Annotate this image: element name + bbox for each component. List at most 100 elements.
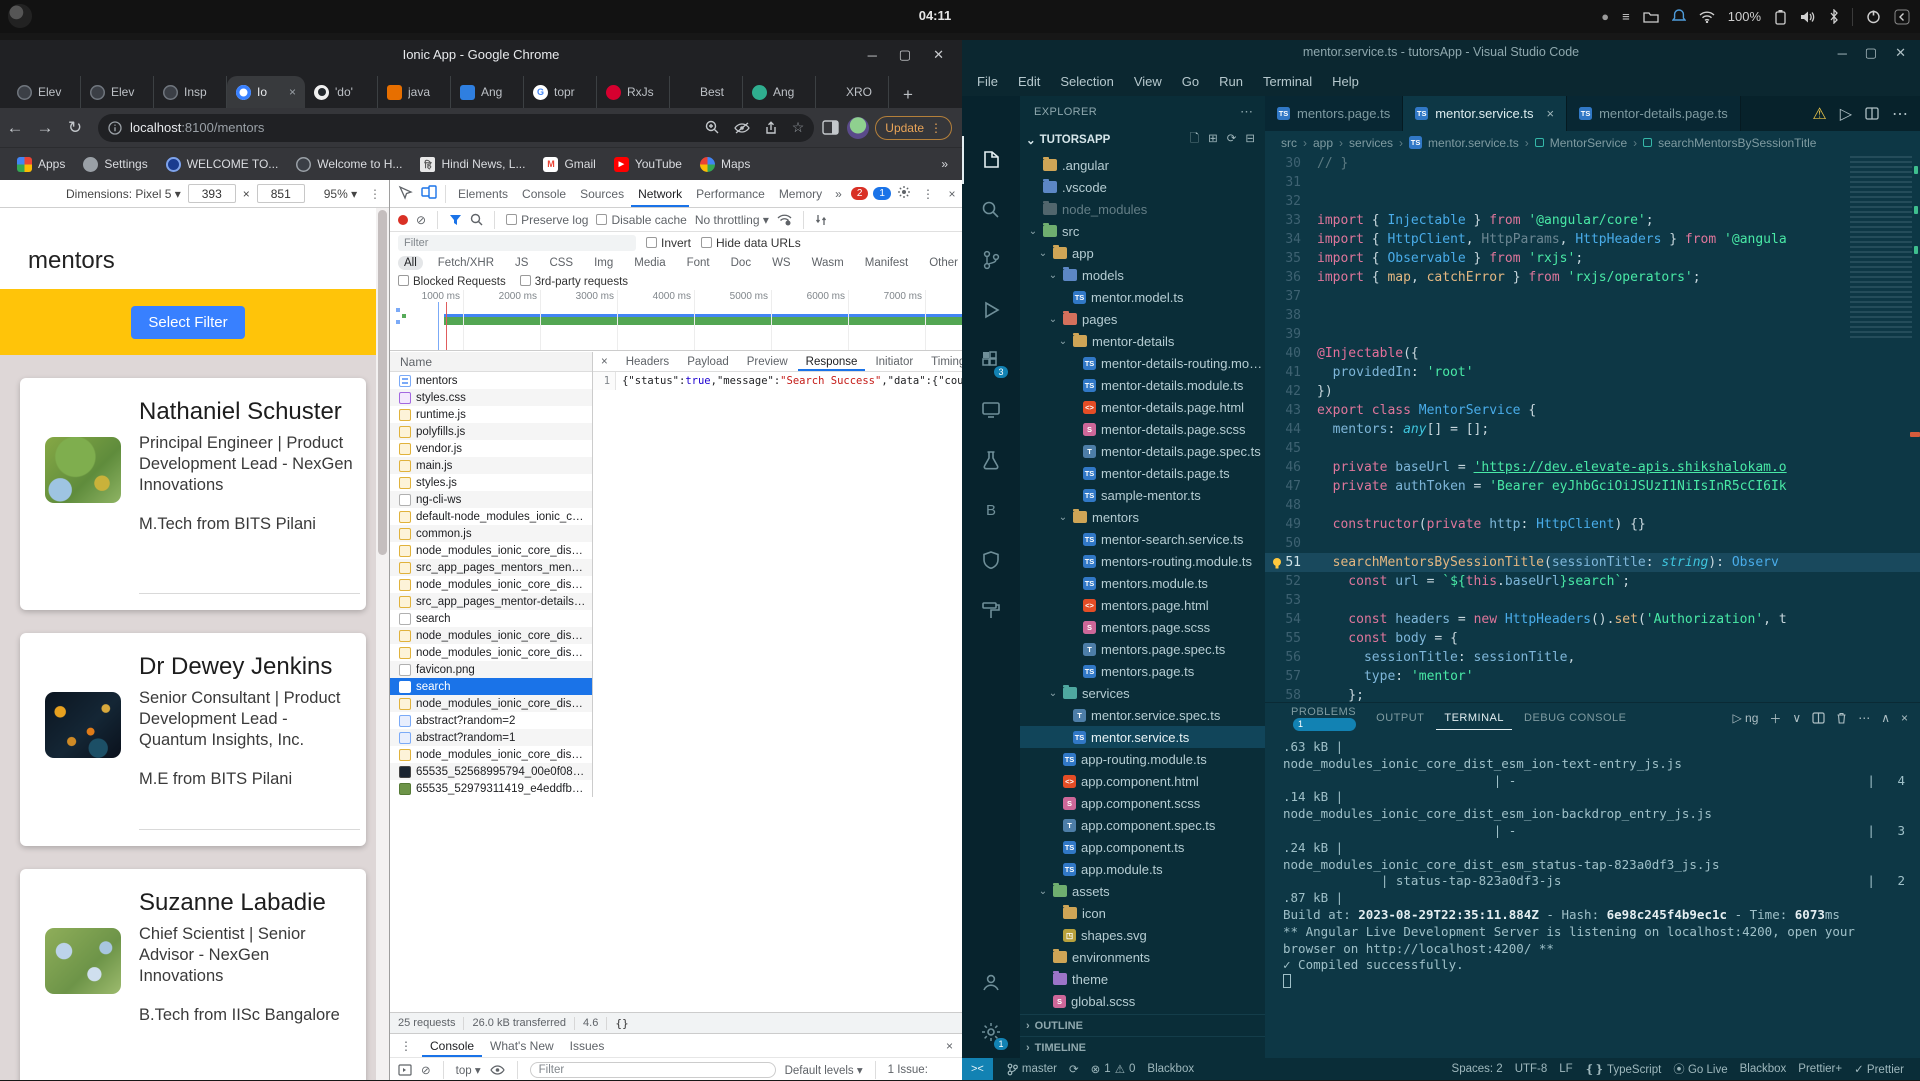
browser-tab-ang[interactable]: Ang bbox=[743, 76, 816, 108]
new-terminal-icon[interactable]: ＋ bbox=[1769, 710, 1781, 727]
blocked-requests-checkbox[interactable]: Blocked Requests bbox=[398, 274, 506, 288]
sync-icon[interactable]: ⟳ bbox=[1063, 1062, 1085, 1076]
tree-item-app[interactable]: ⌄ app bbox=[1020, 242, 1265, 264]
bookmark-youtube[interactable]: YouTube bbox=[607, 154, 689, 175]
browser-tab-insp[interactable]: Insp bbox=[154, 76, 227, 108]
terminal-output[interactable]: .63 kB | node_modules_ionic_core_dist_esm… bbox=[1283, 739, 1905, 1055]
request-row[interactable]: 65535_52568995794_00e0f08572_c_ bbox=[390, 763, 592, 780]
browser-tab-io[interactable]: Io × bbox=[227, 76, 305, 108]
tree-item-mentors-page-spec-ts[interactable]: Tmentors.page.spec.ts bbox=[1020, 638, 1265, 660]
status-typescript[interactable]: ❴❵ TypeScript bbox=[1579, 1062, 1668, 1076]
eye-icon[interactable] bbox=[489, 1064, 505, 1075]
bookmark-settings[interactable]: Settings bbox=[76, 154, 154, 175]
type-filter-css[interactable]: CSS bbox=[543, 256, 579, 270]
panel-more-icon[interactable]: ⋯ bbox=[1858, 711, 1870, 725]
request-row[interactable]: styles.css bbox=[390, 389, 592, 406]
problems-indicator[interactable]: ⊗ 1 ⚠ 0 bbox=[1085, 1062, 1142, 1076]
browser-tab-xro[interactable]: XRO bbox=[816, 76, 889, 108]
status-spaces--2[interactable]: Spaces: 2 bbox=[1446, 1063, 1509, 1075]
breadcrumb-item[interactable]: app bbox=[1313, 136, 1333, 150]
tree-item-mentor-search-service-ts[interactable]: TS mentor-search.service.ts bbox=[1020, 528, 1265, 550]
activity-shield-icon[interactable] bbox=[962, 536, 1020, 584]
tree-item-mentors-page-scss[interactable]: Smentors.page.scss bbox=[1020, 616, 1265, 638]
device-toggle-icon[interactable] bbox=[418, 185, 440, 202]
power-icon[interactable] bbox=[1866, 9, 1881, 24]
bookmark-star-icon[interactable]: ☆ bbox=[792, 119, 805, 136]
share-icon[interactable] bbox=[764, 120, 778, 135]
devtools-tab-elements[interactable]: Elements bbox=[451, 181, 515, 207]
browser-tab-do[interactable]: 'do' bbox=[305, 76, 378, 108]
tree-item-sample-mentor-ts[interactable]: TS sample-mentor.ts bbox=[1020, 484, 1265, 506]
vscode-title-bar[interactable]: mentor.service.ts - tutorsApp - Visual S… bbox=[962, 40, 1920, 66]
browser-tab-ang[interactable]: Ang bbox=[451, 76, 524, 108]
eye-blocked-icon[interactable] bbox=[734, 122, 750, 134]
devtools-tab-memory[interactable]: Memory bbox=[772, 181, 829, 207]
tree-item-mentor-service-ts[interactable]: TS mentor.service.ts bbox=[1020, 726, 1265, 748]
tree-item-mentor-details[interactable]: ⌄ mentor-details bbox=[1020, 330, 1265, 352]
terminal-select-chevron-icon[interactable]: ∨ bbox=[1792, 711, 1801, 725]
request-row[interactable]: abstract?random=1 bbox=[390, 729, 592, 746]
clock[interactable]: 04:11 bbox=[905, 8, 965, 23]
devtools-settings-icon[interactable] bbox=[893, 185, 915, 202]
request-row[interactable]: search bbox=[390, 678, 592, 695]
chrome-title-bar[interactable]: Ionic App - Google Chrome ─ ▢ ✕ bbox=[0, 40, 962, 70]
request-row[interactable]: abstract?random=2 bbox=[390, 712, 592, 729]
breadcrumb-item[interactable]: MentorService bbox=[1550, 136, 1627, 150]
devtools-more-tabs[interactable]: » bbox=[831, 187, 846, 201]
status-prettier[interactable]: ✓ Prettier bbox=[1848, 1062, 1910, 1076]
console-filter-input[interactable]: Filter bbox=[529, 1061, 776, 1078]
editor-tab-mentor-service-ts[interactable]: TS mentor.service.ts × bbox=[1403, 96, 1568, 131]
menu-icon[interactable]: ≡ bbox=[1622, 9, 1630, 24]
network-filter-input[interactable]: Filter bbox=[398, 235, 636, 251]
section-timeline[interactable]: › TIMELINE bbox=[1020, 1036, 1265, 1058]
mentor-card[interactable]: Nathaniel Schuster Principal Engineer | P… bbox=[20, 378, 366, 610]
devtools-tab-network[interactable]: Network bbox=[631, 181, 690, 207]
request-row[interactable]: common.js bbox=[390, 525, 592, 542]
filter-funnel-icon[interactable] bbox=[449, 214, 462, 226]
tree-item-theme[interactable]: theme bbox=[1020, 968, 1265, 990]
tree-item-mentors-routing-module-ts[interactable]: TS mentors-routing.module.ts bbox=[1020, 550, 1265, 572]
lightbulb-icon[interactable] bbox=[1271, 556, 1283, 569]
kill-terminal-icon[interactable] bbox=[1836, 712, 1847, 724]
close-panel-icon[interactable]: × bbox=[1901, 711, 1908, 725]
breadcrumb[interactable]: src › app › services › TS mentor.service.ts › Men… bbox=[1265, 131, 1920, 154]
record-button[interactable] bbox=[398, 214, 408, 225]
request-row[interactable]: node_modules_ionic_core_dist_esm_ion bbox=[390, 644, 592, 661]
request-row[interactable]: styles.js bbox=[390, 474, 592, 491]
tree-item-node_modules[interactable]: node_modules bbox=[1020, 198, 1265, 220]
tree-item-mentor-model-ts[interactable]: TS mentor.model.ts bbox=[1020, 286, 1265, 308]
distro-logo-icon[interactable] bbox=[8, 4, 32, 28]
forward-button[interactable]: → bbox=[30, 118, 60, 138]
tree-item-mentors[interactable]: ⌄ mentors bbox=[1020, 506, 1265, 528]
more-actions-icon[interactable]: ⋯ bbox=[1892, 104, 1908, 124]
menu-run[interactable]: Run bbox=[1210, 70, 1252, 93]
mentor-card[interactable]: Dr Dewey Jenkins Senior Consultant | Prod… bbox=[20, 633, 366, 846]
format-button[interactable]: {} bbox=[615, 1017, 628, 1030]
devtools-tab-console[interactable]: Console bbox=[515, 181, 573, 207]
type-filter-doc[interactable]: Doc bbox=[725, 256, 757, 270]
tree-item-mentors-page-ts[interactable]: TS mentors.page.ts bbox=[1020, 660, 1265, 682]
breadcrumb-item[interactable]: services bbox=[1349, 136, 1393, 150]
device-dimensions-label[interactable]: Dimensions: Pixel 5 ▾ bbox=[66, 187, 181, 201]
type-filter-all[interactable]: All bbox=[398, 256, 423, 270]
editor-tab-close-icon[interactable]: × bbox=[1546, 106, 1554, 121]
request-row[interactable]: main.js bbox=[390, 457, 592, 474]
update-button[interactable]: Update ⋮ bbox=[875, 115, 952, 140]
drawer-tab-whatsnew[interactable]: What's New bbox=[482, 1035, 562, 1057]
minimap[interactable] bbox=[1850, 156, 1912, 338]
minimize-button[interactable]: ─ bbox=[868, 48, 877, 63]
log-levels-select[interactable]: Default levels ▾ bbox=[785, 1063, 863, 1077]
request-row[interactable]: polyfills.js bbox=[390, 423, 592, 440]
request-row[interactable]: src_app_pages_mentor-details_mentor bbox=[390, 593, 592, 610]
type-filter-img[interactable]: Img bbox=[588, 256, 619, 270]
third-party-checkbox[interactable]: 3rd-party requests bbox=[519, 274, 628, 288]
bookmark-apps[interactable]: Apps bbox=[10, 154, 72, 175]
menu-go[interactable]: Go bbox=[1173, 70, 1208, 93]
tree-item-src[interactable]: ⌄ src bbox=[1020, 220, 1265, 242]
error-badge[interactable]: 2 bbox=[850, 187, 869, 200]
wifi-icon[interactable] bbox=[1699, 10, 1715, 23]
tree-item-mentor-details-page-spec-ts[interactable]: Tmentor-details.page.spec.ts bbox=[1020, 440, 1265, 462]
activity-run-debug-icon[interactable] bbox=[962, 286, 1020, 334]
console-clear-icon[interactable]: ⊘ bbox=[421, 1063, 431, 1077]
maximize-button[interactable]: ▢ bbox=[899, 47, 911, 63]
